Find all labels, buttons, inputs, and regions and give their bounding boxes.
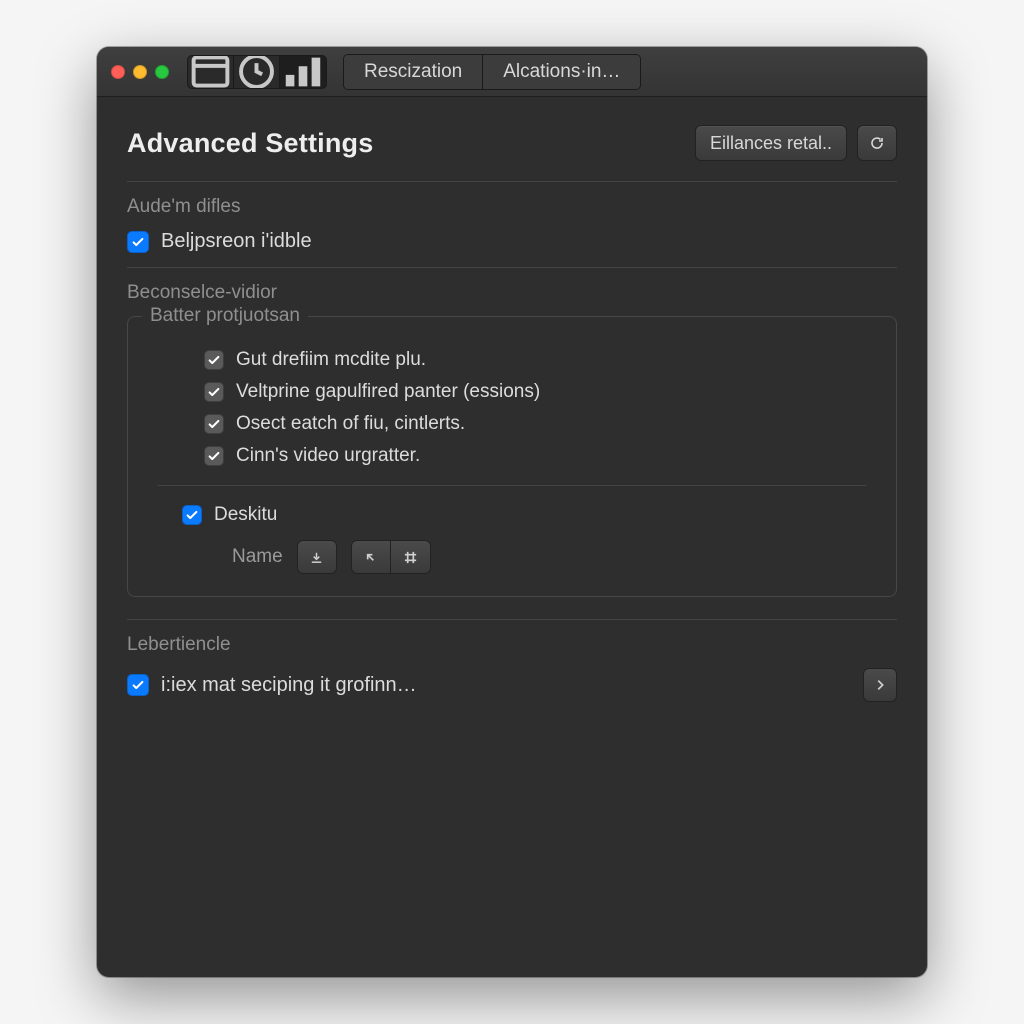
checkbox-checked-icon[interactable] bbox=[204, 350, 224, 370]
divider bbox=[127, 181, 897, 182]
check-beljpsreon[interactable]: Beljpsreon i'idble bbox=[127, 230, 897, 253]
check-label: Osect eatch of fiu, cintlerts. bbox=[236, 413, 465, 435]
check-opt-3[interactable]: Cinn's video urgratter. bbox=[154, 445, 870, 467]
toolbar-btn-window-icon[interactable] bbox=[188, 56, 234, 88]
minimize-icon[interactable] bbox=[133, 65, 147, 79]
divider bbox=[127, 619, 897, 620]
close-icon[interactable] bbox=[111, 65, 125, 79]
header-actions: Eillances retal.. bbox=[695, 125, 897, 161]
preferences-window: Rescization Alcations·in… Advanced Setti… bbox=[97, 47, 927, 977]
name-row: Name bbox=[154, 540, 870, 574]
check-opt-0[interactable]: Gut drefiim mcdite plu. bbox=[154, 349, 870, 371]
checkbox-checked-icon[interactable] bbox=[204, 414, 224, 434]
page-title: Advanced Settings bbox=[127, 128, 373, 159]
refresh-button[interactable] bbox=[857, 125, 897, 161]
check-label: Beljpsreon i'idble bbox=[161, 230, 312, 253]
import-button[interactable] bbox=[297, 540, 337, 574]
toolbar-btn-history-icon[interactable] bbox=[234, 56, 280, 88]
check-label: Veltprine gapulfired panter (essions) bbox=[236, 381, 540, 403]
check-label: Gut drefiim mcdite plu. bbox=[236, 349, 426, 371]
chevron-right-icon bbox=[873, 678, 887, 692]
tab-rescization[interactable]: Rescization bbox=[344, 55, 483, 89]
zoom-icon[interactable] bbox=[155, 65, 169, 79]
hash-icon bbox=[403, 550, 418, 565]
traffic-lights bbox=[111, 65, 169, 79]
bottom-row: i:iex mat seciping it grofinn… bbox=[127, 668, 897, 702]
section-label-lebertiencle: Lebertiencle bbox=[127, 634, 897, 656]
disclosure-button[interactable] bbox=[863, 668, 897, 702]
checkbox-checked-icon[interactable] bbox=[127, 674, 149, 696]
toolbar-segment bbox=[187, 55, 327, 89]
checkbox-checked-icon[interactable] bbox=[204, 382, 224, 402]
check-label: Deskitu bbox=[214, 504, 277, 526]
heading-row: Advanced Settings Eillances retal.. bbox=[127, 125, 897, 161]
arrow-button[interactable] bbox=[351, 540, 391, 574]
divider bbox=[127, 267, 897, 268]
content: Advanced Settings Eillances retal.. Aude… bbox=[97, 97, 927, 977]
toolbar-btn-chart-icon[interactable] bbox=[280, 56, 326, 88]
check-iiex[interactable]: i:iex mat seciping it grofinn… bbox=[127, 674, 417, 697]
name-label: Name bbox=[232, 546, 283, 568]
section-label-audem: Aude'm difles bbox=[127, 196, 897, 218]
checkbox-checked-icon[interactable] bbox=[182, 505, 202, 525]
grid-button[interactable] bbox=[391, 540, 431, 574]
checkbox-checked-icon[interactable] bbox=[127, 231, 149, 253]
check-opt-1[interactable]: Veltprine gapulfired panter (essions) bbox=[154, 381, 870, 403]
check-deskitu[interactable]: Deskitu bbox=[154, 504, 870, 526]
check-opt-2[interactable]: Osect eatch of fiu, cintlerts. bbox=[154, 413, 870, 435]
refresh-icon bbox=[869, 135, 885, 151]
check-label: Cinn's video urgratter. bbox=[236, 445, 420, 467]
checkbox-checked-icon[interactable] bbox=[204, 446, 224, 466]
tabbar: Rescization Alcations·in… bbox=[343, 54, 641, 90]
eillances-button[interactable]: Eillances retal.. bbox=[695, 125, 847, 161]
fieldset-batter: Batter protjuotsan Gut drefiim mcdite pl… bbox=[127, 316, 897, 597]
arrow-upleft-icon bbox=[363, 550, 378, 565]
name-segment bbox=[351, 540, 431, 574]
section-label-beconselce: Beconselce-vidior bbox=[127, 282, 897, 304]
tab-alcations[interactable]: Alcations·in… bbox=[483, 55, 640, 89]
fieldset-legend: Batter protjuotsan bbox=[142, 305, 308, 327]
download-icon bbox=[309, 550, 324, 565]
divider bbox=[158, 485, 866, 486]
check-label: i:iex mat seciping it grofinn… bbox=[161, 674, 417, 697]
titlebar: Rescization Alcations·in… bbox=[97, 47, 927, 97]
